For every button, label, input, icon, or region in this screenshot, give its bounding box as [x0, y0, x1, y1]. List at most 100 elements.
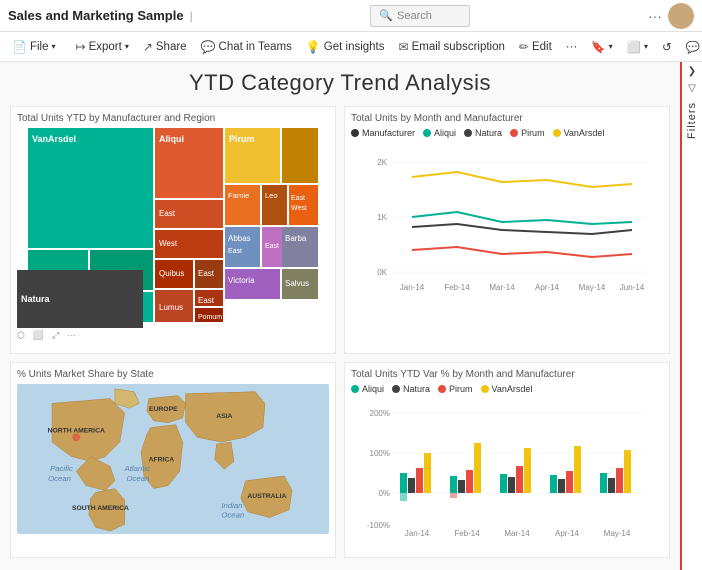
svg-text:Barba: Barba [285, 234, 307, 243]
file-button[interactable]: 📄 File ▾ [6, 38, 62, 56]
content-area: YTD Category Trend Analysis Total Units … [0, 62, 680, 570]
svg-text:Abbas: Abbas [228, 234, 251, 243]
bar-chart-svg: 200% 100% 0% -100% [351, 398, 663, 543]
treemap-chart[interactable]: VanArsdel East Central West West Aliqui [17, 128, 329, 328]
svg-text:Atlantic: Atlantic [124, 464, 150, 473]
more-button[interactable]: ··· [560, 39, 584, 55]
svg-text:May-14: May-14 [604, 529, 631, 538]
bookmark-button[interactable]: 🔖▾ [585, 38, 618, 56]
bar-legend-aliqui: Aliqui [351, 384, 384, 394]
treemap-section: Total Units YTD by Manufacturer and Regi… [10, 106, 336, 354]
insights-label: Get insights [324, 41, 385, 53]
legend-label-manufacturer: Manufacturer [362, 128, 415, 138]
tm-barba[interactable] [282, 227, 318, 267]
treemap-icons: ⬡ ⬜ ⤢ ··· [17, 330, 329, 341]
bookmark-icon: 🔖 [591, 40, 605, 54]
natura-cell[interactable]: Natura [17, 270, 143, 328]
email-label: Email subscription [412, 41, 505, 53]
filters-panel[interactable]: ❯ ▽ Filters [680, 62, 702, 570]
bar-label-natura: Natura [403, 384, 430, 394]
svg-text:SOUTH AMERICA: SOUTH AMERICA [72, 504, 129, 511]
comment-button[interactable]: 💬 [680, 38, 702, 56]
svg-text:Apr-14: Apr-14 [535, 283, 560, 292]
svg-text:Salvus: Salvus [285, 279, 309, 288]
legend-label-aliqui: Aliqui [434, 128, 456, 138]
svg-text:Jan-14: Jan-14 [400, 283, 425, 292]
svg-text:West: West [291, 205, 307, 212]
filters-chevron-icon[interactable]: ❯ [688, 66, 696, 77]
svg-text:-100%: -100% [367, 521, 390, 530]
more-icon: ··· [566, 41, 578, 53]
bar-label-vanarsdel: VanArsdel [492, 384, 533, 394]
insights-button[interactable]: 💡 Get insights [300, 38, 391, 56]
bar-label-pirum: Pirum [449, 384, 473, 394]
file-label: File [30, 41, 49, 53]
map-container[interactable]: NORTH AMERICA SOUTH AMERICA EUROPE ASIA … [17, 384, 329, 534]
chat-label: Chat in Teams [219, 41, 292, 53]
treemap-icon-4[interactable]: ··· [67, 330, 76, 341]
map-title: % Units Market Share by State [17, 369, 329, 380]
title-ellipsis[interactable]: ··· [648, 8, 662, 24]
filters-funnel-icon: ▽ [688, 83, 696, 94]
edit-button[interactable]: ✏ Edit [513, 38, 558, 56]
svg-text:Mar-14: Mar-14 [504, 529, 530, 538]
treemap-icon-3[interactable]: ⤢ [52, 330, 59, 341]
legend-label-vanarsdel: VanArsdel [564, 128, 605, 138]
svg-text:Ocean: Ocean [48, 473, 71, 482]
svg-text:AUSTRALIA: AUSTRALIA [247, 493, 286, 500]
legend-pirum: Pirum [510, 128, 545, 138]
bar-dot-vanarsdel [481, 385, 489, 393]
svg-text:Feb-14: Feb-14 [444, 283, 470, 292]
svg-text:2K: 2K [377, 158, 387, 167]
report-title: Sales and Marketing Sample [8, 8, 184, 23]
svg-text:East: East [198, 296, 215, 305]
bar-label-aliqui: Aliqui [362, 384, 384, 394]
legend-manufacturer: Manufacturer [351, 128, 415, 138]
treemap-icon-1[interactable]: ⬡ [17, 330, 25, 341]
bar-legend-pirum: Pirum [438, 384, 473, 394]
svg-text:Aliqui: Aliqui [159, 134, 184, 144]
title-bar-right: ··· [648, 3, 694, 29]
svg-text:VanArsdel: VanArsdel [32, 134, 76, 144]
legend-label-natura: Natura [475, 128, 502, 138]
map-section: % Units Market Share by State [10, 362, 336, 559]
title-bar: Sales and Marketing Sample | 🔍 Search ··… [0, 0, 702, 32]
charts-grid: Total Units YTD by Manufacturer and Regi… [10, 106, 670, 558]
search-icon: 🔍 [379, 9, 393, 22]
search-box[interactable]: 🔍 Search [370, 5, 470, 27]
svg-text:Leo: Leo [265, 191, 278, 200]
tm-abbas[interactable] [225, 227, 260, 267]
bar-chart-legend: Aliqui Natura Pirum VanArsdel [351, 384, 663, 394]
comment-icon: 💬 [686, 40, 700, 54]
export-icon: ↦ [76, 40, 86, 54]
email-button[interactable]: ✉ Email subscription [393, 38, 511, 56]
bar-dot-aliqui [351, 385, 359, 393]
svg-text:Mar-14: Mar-14 [489, 283, 515, 292]
export-button[interactable]: ↦ Export ▾ [70, 38, 135, 56]
svg-text:Victoria: Victoria [228, 276, 255, 285]
svg-text:Lumus: Lumus [159, 303, 183, 312]
refresh-icon: ↺ [662, 40, 672, 54]
svg-text:Farnie: Farnie [228, 191, 249, 200]
legend-label-pirum: Pirum [521, 128, 545, 138]
share-button[interactable]: ↗ Share [137, 38, 193, 56]
export-label: Export [89, 41, 122, 53]
share-label: Share [156, 41, 187, 53]
view-button[interactable]: ⬜▾ [621, 38, 654, 56]
svg-text:Ocean: Ocean [221, 510, 244, 519]
tm-pirum-right[interactable] [282, 128, 318, 183]
treemap-icon-2[interactable]: ⬜ [33, 330, 44, 341]
refresh-button[interactable]: ↺ [656, 38, 678, 56]
legend-aliqui: Aliqui [423, 128, 456, 138]
legend-dot-pirum [510, 129, 518, 137]
svg-text:Pirum: Pirum [229, 134, 255, 144]
svg-text:East: East [228, 248, 242, 255]
avatar[interactable] [668, 3, 694, 29]
legend-natura: Natura [464, 128, 502, 138]
email-icon: ✉ [399, 40, 409, 54]
chat-button[interactable]: 💬 Chat in Teams [195, 38, 298, 56]
legend-dot-vanarsdel [553, 129, 561, 137]
tm-vanarsdel[interactable] [28, 128, 153, 248]
svg-text:1K: 1K [377, 213, 387, 222]
svg-text:0%: 0% [378, 489, 390, 498]
